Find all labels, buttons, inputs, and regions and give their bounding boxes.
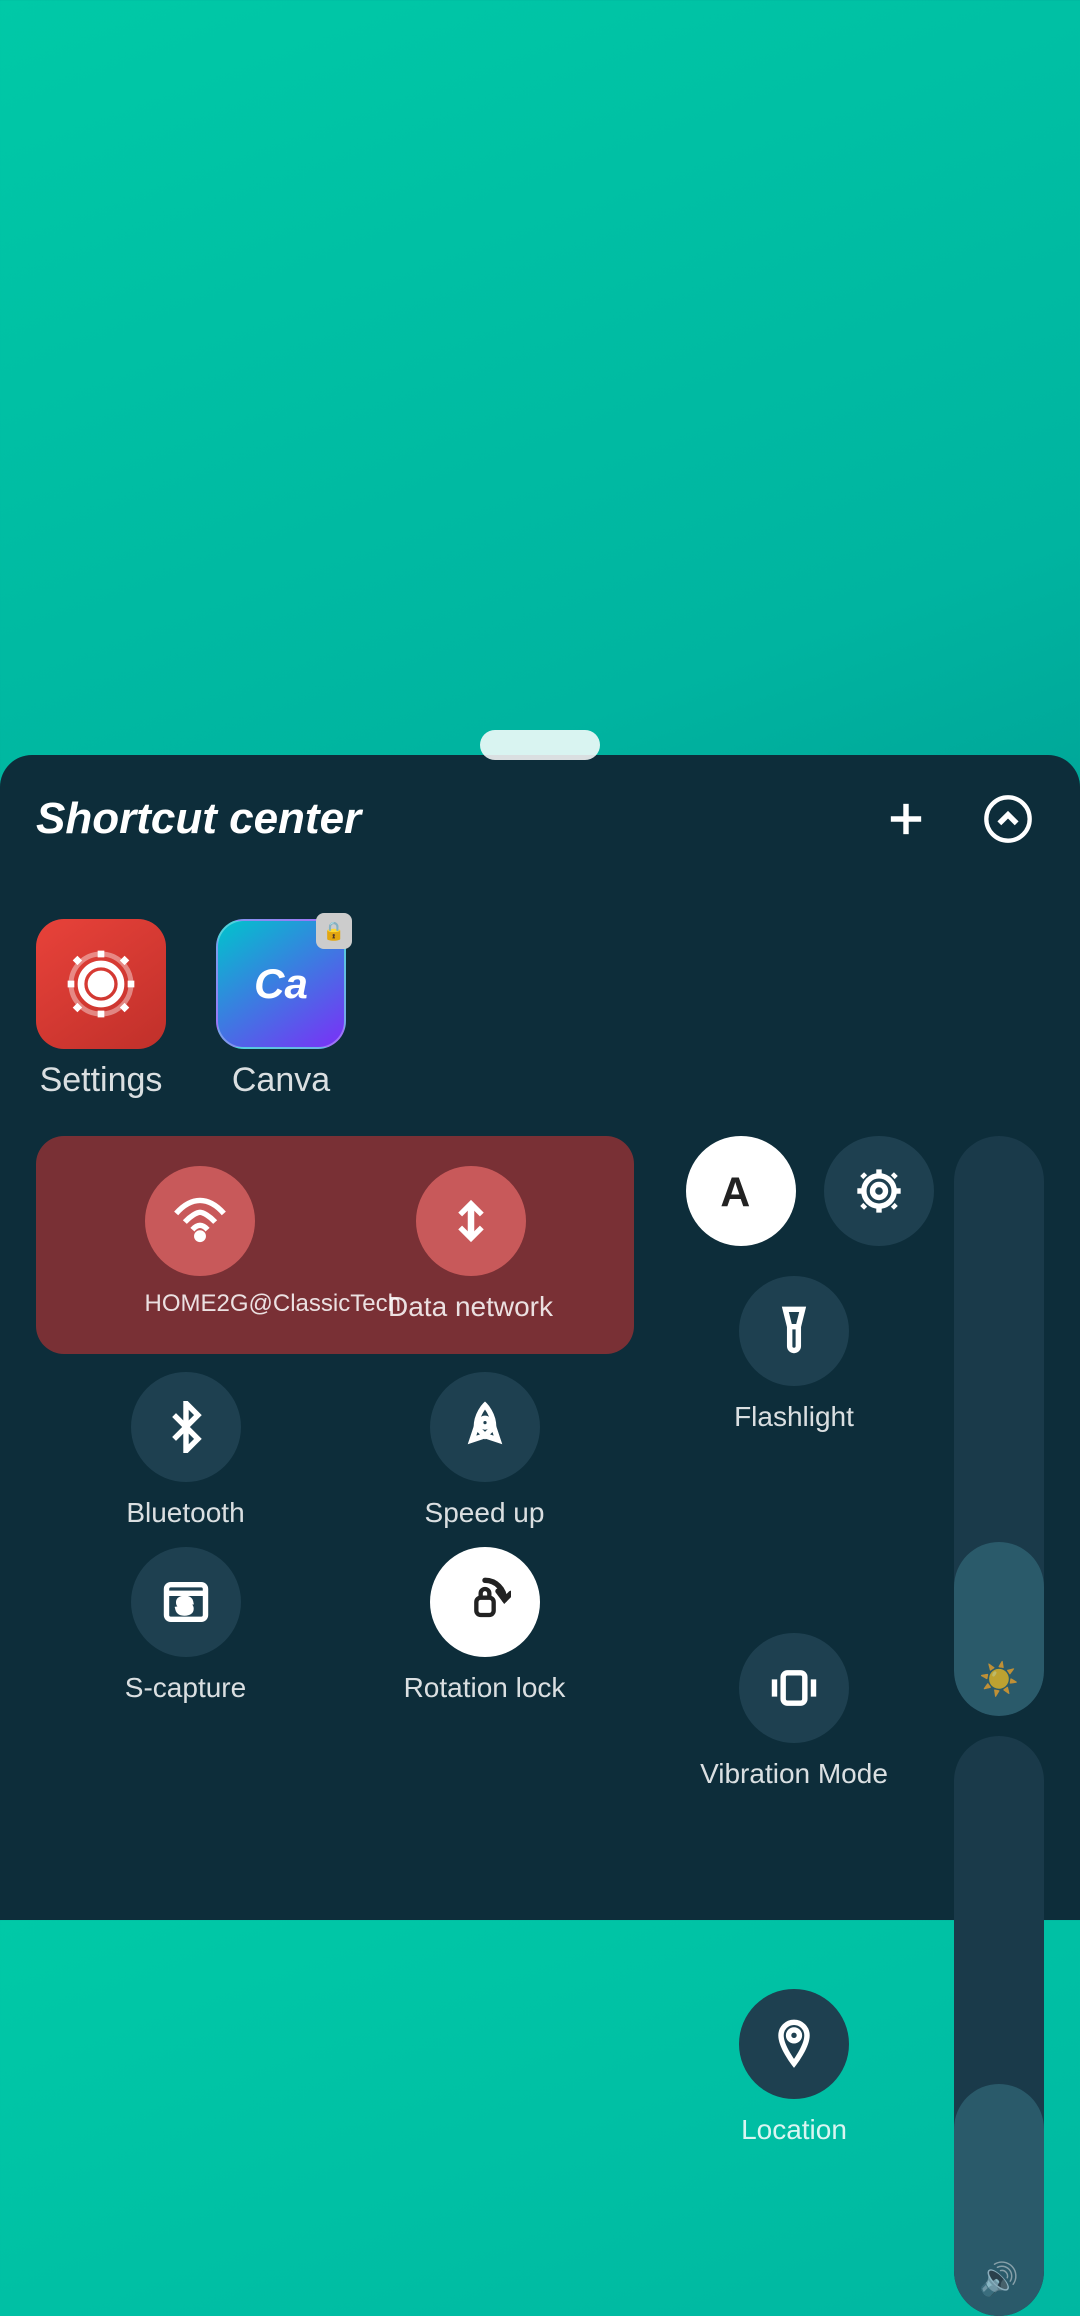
chevron-up-icon — [982, 793, 1034, 845]
svg-text:S: S — [177, 1593, 191, 1618]
canva-app-shortcut[interactable]: Ca 🔒 Canva — [216, 919, 346, 1100]
gear-icon — [853, 1165, 905, 1217]
s-capture-label: S-capture — [125, 1671, 246, 1705]
settings-gear-icon — [61, 944, 141, 1024]
location-circle — [739, 1989, 849, 2099]
s-capture-icon: S — [160, 1576, 212, 1628]
s-capture-toggle[interactable]: S S-capture — [36, 1547, 335, 1705]
scapture-rotation-row: S S-capture Rot — [36, 1547, 634, 1705]
font-a-button[interactable]: A — [686, 1136, 796, 1246]
settings-app-icon — [36, 919, 166, 1049]
collapse-button[interactable] — [972, 783, 1044, 855]
flashlight-label: Flashlight — [734, 1400, 854, 1434]
data-network-label: Data network — [388, 1290, 553, 1324]
canva-app-label: Canva — [232, 1061, 330, 1100]
settings-app-label: Settings — [40, 1061, 163, 1100]
location-toggle[interactable]: Location — [654, 1989, 934, 2316]
flashlight-toggle[interactable]: Flashlight — [654, 1276, 934, 1603]
bluetooth-label: Bluetooth — [126, 1496, 244, 1530]
data-network-circle — [416, 1166, 526, 1276]
bluetooth-toggle[interactable]: Bluetooth — [36, 1372, 335, 1530]
wifi-label: HOME2G@ClassicTech — [145, 1290, 255, 1319]
toggles-section: HOME2G@ClassicTech Data network — [36, 1136, 634, 2316]
flashlight-circle — [739, 1276, 849, 1386]
rotation-lock-circle — [430, 1547, 540, 1657]
display-settings-button[interactable] — [824, 1136, 934, 1246]
font-a-icon: A — [710, 1160, 772, 1222]
wifi-data-row: HOME2G@ClassicTech Data network — [36, 1136, 634, 1354]
apps-row: Settings Ca 🔒 Canva — [36, 919, 1044, 1100]
sheet-title: Shortcut center — [36, 794, 361, 844]
vibration-label: Vibration Mode — [700, 1757, 888, 1791]
brightness-slider[interactable]: ☀️ — [954, 1136, 1044, 1716]
s-capture-circle: S — [131, 1547, 241, 1657]
svg-text:A: A — [720, 1170, 750, 1216]
bluetooth-icon — [160, 1401, 212, 1453]
drag-handle[interactable] — [480, 730, 600, 760]
settings-app-shortcut[interactable]: Settings — [36, 919, 166, 1100]
volume-icon: 🔊 — [979, 2260, 1019, 2298]
rotation-lock-toggle[interactable]: Rotation lock — [335, 1547, 634, 1705]
location-label: Location — [741, 2113, 847, 2147]
rotation-lock-icon — [459, 1576, 511, 1628]
data-network-toggle[interactable]: Data network — [335, 1166, 606, 1324]
bottom-sheet: Shortcut center — [0, 755, 1080, 1920]
main-grid: HOME2G@ClassicTech Data network — [36, 1136, 1044, 2316]
speed-up-label: Speed up — [425, 1496, 545, 1530]
rotation-lock-label: Rotation lock — [404, 1671, 566, 1705]
volume-slider[interactable]: 🔊 — [954, 1736, 1044, 2316]
add-shortcut-button[interactable] — [870, 783, 942, 855]
vibration-toggle[interactable]: Vibration Mode — [654, 1633, 934, 1960]
sheet-header: Shortcut center — [36, 783, 1044, 855]
lock-badge: 🔒 — [316, 913, 352, 949]
wifi-icon — [174, 1195, 226, 1247]
plus-icon — [880, 793, 932, 845]
rocket-icon — [459, 1401, 511, 1453]
brightness-icon: ☀️ — [979, 1660, 1019, 1698]
canva-logo-text: Ca — [254, 960, 308, 1008]
wifi-toggle[interactable]: HOME2G@ClassicTech — [64, 1166, 335, 1324]
vibration-icon — [768, 1662, 820, 1714]
flashlight-icon — [768, 1305, 820, 1357]
bt-speedup-row: Bluetooth Speed up — [36, 1372, 634, 1530]
vibration-circle — [739, 1633, 849, 1743]
canva-app-icon: Ca 🔒 — [216, 919, 346, 1049]
wifi-circle — [145, 1166, 255, 1276]
top-icons-row: A — [654, 1136, 934, 1246]
speed-up-toggle[interactable]: Speed up — [335, 1372, 634, 1530]
bluetooth-circle — [131, 1372, 241, 1482]
right-section: A Fla — [654, 1136, 934, 2316]
speed-up-circle — [430, 1372, 540, 1482]
location-pin-icon — [768, 2018, 820, 2070]
data-network-icon — [445, 1195, 497, 1247]
header-actions — [870, 783, 1044, 855]
